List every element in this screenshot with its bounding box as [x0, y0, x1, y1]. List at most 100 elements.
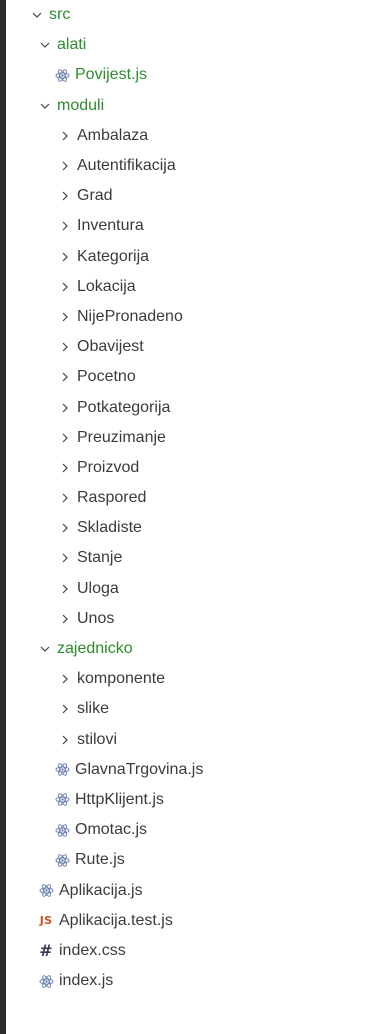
chevron-right-icon — [58, 280, 72, 294]
file-explorer-tree: src alati Povijest.js moduli Ambalaza Aut… — [6, 0, 375, 996]
chevron-right-icon — [58, 310, 72, 324]
chevron-right-icon — [58, 733, 72, 747]
folder-label: Proizvod — [77, 458, 140, 476]
collapsed-folder[interactable]: Potkategorija — [6, 392, 375, 422]
file-label: Aplikacija.js — [59, 881, 143, 899]
folder-label: alati — [57, 36, 87, 54]
collapsed-folder[interactable]: Lokacija — [6, 272, 375, 302]
chevron-down-icon — [30, 8, 44, 22]
chevron-right-icon — [58, 551, 72, 565]
chevron-right-icon — [58, 431, 72, 445]
folder-label: Lokacija — [77, 277, 136, 295]
collapsed-folder[interactable]: Skladiste — [6, 513, 375, 543]
file-label: Aplikacija.test.js — [59, 911, 173, 929]
chevron-right-icon — [58, 612, 72, 626]
folder-label: Grad — [77, 187, 113, 205]
react-icon — [54, 792, 70, 808]
folder-label: Uloga — [77, 579, 119, 597]
file-label: index.js — [59, 972, 114, 990]
file-item[interactable]: GlavnaTrgovina.js — [6, 755, 375, 785]
chevron-down-icon — [38, 99, 52, 113]
collapsed-folder[interactable]: Pocetno — [6, 362, 375, 392]
folder-label: Skladiste — [77, 519, 142, 537]
collapsed-folder[interactable]: Obavijest — [6, 332, 375, 362]
file-item[interactable]: Omotac.js — [6, 815, 375, 845]
file-aplikacija[interactable]: Aplikacija.js — [6, 875, 375, 905]
folder-label: moduli — [57, 96, 105, 114]
collapsed-folder[interactable]: Grad — [6, 181, 375, 211]
file-label: index.css — [59, 941, 126, 959]
chevron-right-icon — [58, 672, 72, 686]
react-icon — [54, 762, 70, 778]
collapsed-folder[interactable]: Unos — [6, 604, 375, 634]
chevron-right-icon — [58, 702, 72, 716]
folder-label: stilovi — [77, 730, 118, 748]
chevron-down-icon — [38, 642, 52, 656]
chevron-right-icon — [58, 129, 72, 143]
chevron-down-icon — [38, 38, 52, 52]
chevron-right-icon — [58, 521, 72, 535]
file-aplikacija-test[interactable]: JS Aplikacija.test.js — [6, 906, 375, 936]
chevron-right-icon — [58, 370, 72, 384]
folder-moduli[interactable]: moduli — [6, 91, 375, 121]
file-label: Povijest.js — [75, 66, 148, 84]
chevron-right-icon — [58, 189, 72, 203]
file-index-js[interactable]: index.js — [6, 966, 375, 996]
react-icon — [38, 883, 54, 899]
collapsed-folder[interactable]: Preuzimanje — [6, 423, 375, 453]
file-label: HttpKlijent.js — [75, 790, 164, 808]
chevron-right-icon — [58, 159, 72, 173]
collapsed-folder[interactable]: Kategorija — [6, 242, 375, 272]
folder-src[interactable]: src — [6, 0, 375, 30]
folder-label: Preuzimanje — [77, 428, 166, 446]
folder-alati[interactable]: alati — [6, 30, 375, 60]
js-icon: JS — [39, 914, 53, 928]
folder-label: Stanje — [77, 549, 123, 567]
folder-label: Inventura — [77, 217, 144, 235]
chevron-right-icon — [58, 401, 72, 415]
folder-label: Potkategorija — [77, 398, 171, 416]
file-item[interactable]: HttpKlijent.js — [6, 785, 375, 815]
chevron-right-icon — [58, 461, 72, 475]
chevron-right-icon — [58, 250, 72, 264]
chevron-right-icon — [58, 340, 72, 354]
collapsed-folder[interactable]: Ambalaza — [6, 121, 375, 151]
collapsed-folder[interactable]: NijePronadeno — [6, 302, 375, 332]
file-label: GlavnaTrgovina.js — [75, 760, 204, 778]
collapsed-folder[interactable]: stilovi — [6, 725, 375, 755]
collapsed-folder[interactable]: komponente — [6, 664, 375, 694]
collapsed-folder[interactable]: Stanje — [6, 543, 375, 573]
folder-label: Ambalaza — [77, 126, 149, 144]
chevron-right-icon — [58, 491, 72, 505]
collapsed-folder[interactable]: Uloga — [6, 574, 375, 604]
folder-label: NijePronadeno — [77, 307, 183, 325]
react-icon — [38, 973, 54, 989]
folder-label: Obavijest — [77, 338, 144, 356]
folder-label: Pocetno — [77, 368, 136, 386]
react-icon — [54, 852, 70, 868]
file-label: Omotac.js — [75, 821, 148, 839]
folder-label: komponente — [77, 670, 166, 688]
file-label: Rute.js — [75, 851, 125, 869]
css-hash-icon: # — [39, 941, 53, 961]
folder-label: Raspored — [77, 489, 147, 507]
collapsed-folder[interactable]: Inventura — [6, 211, 375, 241]
chevron-right-icon — [58, 582, 72, 596]
file-povijest[interactable]: Povijest.js — [6, 60, 375, 90]
folder-label: zajednicko — [57, 640, 133, 658]
folder-label: Unos — [77, 609, 115, 627]
collapsed-folder[interactable]: Raspored — [6, 483, 375, 513]
file-index-css[interactable]: # index.css — [6, 936, 375, 966]
chevron-right-icon — [58, 219, 72, 233]
collapsed-folder[interactable]: Proizvod — [6, 453, 375, 483]
react-icon — [54, 67, 70, 83]
folder-zajednicko[interactable]: zajednicko — [6, 634, 375, 664]
folder-label: slike — [77, 700, 110, 718]
collapsed-folder[interactable]: Autentifikacija — [6, 151, 375, 181]
react-icon — [54, 822, 70, 838]
collapsed-folder[interactable]: slike — [6, 694, 375, 724]
folder-label: src — [49, 6, 71, 24]
file-item[interactable]: Rute.js — [6, 845, 375, 875]
folder-label: Autentifikacija — [77, 157, 176, 175]
folder-label: Kategorija — [77, 247, 150, 265]
